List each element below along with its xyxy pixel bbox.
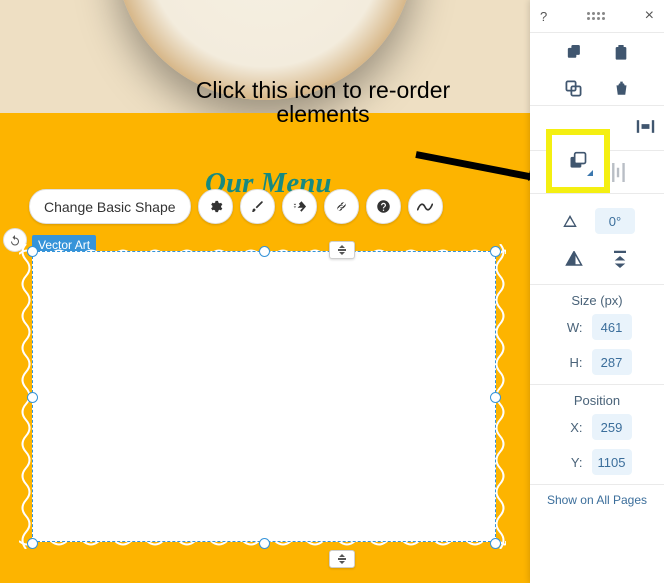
resize-handle[interactable] [259, 538, 270, 549]
resize-handle[interactable] [490, 538, 501, 549]
duplicate-button[interactable] [562, 77, 584, 99]
resize-handle[interactable] [490, 246, 501, 257]
rotate-icon [561, 213, 579, 229]
duplicate-icon [565, 80, 582, 97]
size-section-title: Size (px) [530, 293, 664, 308]
annotation-arrow [416, 126, 546, 176]
width-input[interactable]: 461 [592, 314, 632, 340]
align-edges-icon [636, 117, 655, 136]
inspector-panel: ? × [530, 0, 664, 583]
paste-button[interactable] [610, 42, 632, 64]
stretch-icon [336, 245, 348, 255]
design-button[interactable] [198, 189, 233, 224]
panel-close-button[interactable]: × [645, 7, 654, 25]
link-button[interactable] [324, 189, 359, 224]
rotate-button[interactable] [559, 210, 581, 232]
height-input[interactable]: 287 [592, 349, 632, 375]
rotate-value[interactable]: 0° [595, 208, 635, 234]
curve-icon [417, 201, 433, 213]
resize-handle[interactable] [27, 246, 38, 257]
panel-help-button[interactable]: ? [540, 9, 547, 24]
panel-drag-grip[interactable] [587, 12, 605, 20]
selected-shape[interactable] [32, 251, 496, 542]
flip-v-icon [612, 250, 628, 268]
annotation-text: Click this icon to re-order elements [163, 78, 483, 126]
copy-button[interactable] [562, 42, 584, 64]
help-button[interactable] [366, 189, 401, 224]
question-icon [376, 199, 391, 214]
brush-icon [250, 199, 265, 214]
x-input[interactable]: 259 [592, 414, 632, 440]
distribute-v-icon [612, 163, 628, 182]
animation-icon [291, 199, 308, 214]
link-icon [334, 199, 349, 214]
position-section-title: Position [530, 393, 664, 408]
stretch-icon [336, 554, 348, 564]
reorder-highlight [546, 129, 610, 193]
resize-handle[interactable] [490, 392, 501, 403]
flip-horizontal-button[interactable] [563, 248, 585, 270]
align-edges-button[interactable] [634, 115, 656, 137]
gear-icon [208, 199, 223, 214]
delete-button[interactable] [610, 77, 632, 99]
editor-canvas[interactable]: Click this icon to re-order elements Our… [0, 0, 530, 583]
reorder-icon [568, 151, 588, 171]
dropdown-indicator-icon [587, 170, 593, 176]
trash-icon [614, 80, 629, 97]
resize-handle[interactable] [27, 538, 38, 549]
resize-handle[interactable] [259, 246, 270, 257]
stroke-button[interactable] [240, 189, 275, 224]
copy-icon [565, 45, 582, 62]
undo-button[interactable] [3, 228, 27, 252]
reorder-button[interactable] [561, 144, 595, 178]
distribute-vertical-button[interactable] [609, 161, 631, 183]
animation-button[interactable] [282, 189, 317, 224]
resize-handle[interactable] [27, 392, 38, 403]
y-label: Y: [563, 455, 583, 470]
curve-button[interactable] [408, 189, 443, 224]
change-shape-button[interactable]: Change Basic Shape [29, 189, 191, 224]
y-input[interactable]: 1105 [592, 449, 632, 475]
undo-icon [9, 234, 21, 246]
stretch-handle-bottom[interactable] [329, 550, 355, 568]
flip-h-icon [565, 251, 583, 267]
height-label: H: [563, 355, 583, 370]
paste-icon [613, 44, 629, 62]
stretch-handle-top[interactable] [329, 241, 355, 259]
x-label: X: [563, 420, 583, 435]
element-toolbar: Change Basic Shape [29, 189, 443, 224]
width-label: W: [563, 320, 583, 335]
show-on-all-pages-button[interactable]: Show on All Pages [530, 484, 664, 515]
flip-vertical-button[interactable] [609, 248, 631, 270]
